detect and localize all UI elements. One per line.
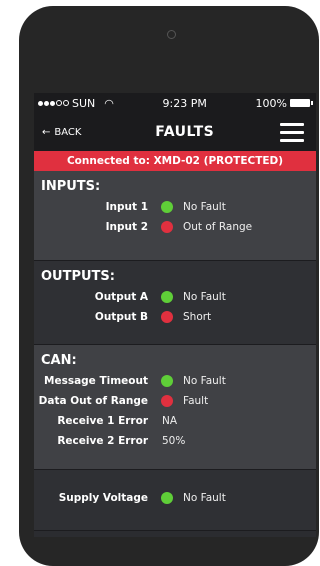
fault-label: Receive 2 Error	[57, 435, 148, 447]
carrier-name: SUN	[72, 96, 96, 110]
can-title: CAN:	[41, 353, 77, 368]
camera-icon	[167, 30, 176, 39]
fault-row: Output B Short	[34, 307, 316, 327]
battery-percent: 100%	[255, 96, 287, 110]
fault-label: Output A	[94, 291, 148, 303]
fault-label: Output B	[94, 311, 148, 323]
outputs-title: OUTPUTS:	[41, 269, 115, 284]
fault-row: Input 2 Out of Range	[34, 217, 316, 237]
page-title: FAULTS	[155, 124, 215, 140]
status-fault-indicator-icon	[161, 221, 173, 233]
status-time: 9:23 PM	[162, 96, 207, 110]
outputs-section: OUTPUTS: Output A No Fault Output B Short	[34, 261, 316, 345]
fault-row: Receive 2 Error 50%	[34, 431, 316, 451]
fault-row: Data Out of Range Fault	[34, 391, 316, 411]
status-bar: SUN ◠ 9:23 PM 100%	[34, 93, 316, 113]
signal-icon	[38, 100, 69, 106]
nav-bar: ← BACK FAULTS	[34, 113, 316, 151]
status-fault-indicator-icon	[161, 311, 173, 323]
supply-section: Supply Voltage No Fault	[34, 470, 316, 531]
inputs-title: INPUTS:	[41, 179, 101, 194]
fault-label: Receive 1 Error	[57, 415, 148, 427]
fault-status: Fault	[183, 395, 209, 407]
fault-label: Data Out of Range	[38, 395, 148, 407]
fault-row: Receive 1 Error NA	[34, 411, 316, 431]
fault-status: NA	[162, 415, 178, 427]
fault-row: Message Timeout No Fault	[34, 371, 316, 391]
connection-banner: Connected to: XMD-02 (PROTECTED)	[34, 151, 316, 171]
fault-status: Out of Range	[183, 221, 253, 233]
arrow-left-icon: ←	[42, 126, 51, 138]
status-ok-indicator-icon	[161, 291, 173, 303]
fault-label: Supply Voltage	[58, 492, 148, 504]
fault-label: Input 1	[105, 201, 148, 213]
battery-icon	[290, 99, 313, 107]
fault-status: Short	[183, 311, 212, 323]
fault-row: Output A No Fault	[34, 287, 316, 307]
back-label: BACK	[54, 126, 82, 138]
fault-row: Input 1 No Fault	[34, 197, 316, 217]
status-ok-indicator-icon	[161, 201, 173, 213]
menu-icon[interactable]	[280, 122, 304, 142]
fault-label: Input 2	[105, 221, 148, 233]
status-ok-indicator-icon	[161, 375, 173, 387]
fault-status: No Fault	[183, 201, 226, 213]
fault-label: Message Timeout	[44, 375, 148, 387]
can-section: CAN: Message Timeout No Fault Data Out of …	[34, 345, 316, 470]
fault-status: No Fault	[183, 492, 226, 504]
back-button[interactable]: ← BACK	[42, 127, 81, 138]
status-fault-indicator-icon	[161, 395, 173, 407]
fault-status: No Fault	[183, 375, 226, 387]
status-ok-indicator-icon	[161, 492, 173, 504]
fault-status: No Fault	[183, 291, 226, 303]
inputs-section: INPUTS: Input 1 No Fault Input 2 Out of Ran…	[34, 171, 316, 261]
fault-row: Supply Voltage No Fault	[34, 488, 316, 508]
wifi-icon: ◠	[104, 96, 114, 110]
app-screen: SUN ◠ 9:23 PM 100% ← BACK FAULTS Connect…	[34, 93, 316, 537]
fault-status: 50%	[162, 435, 186, 447]
